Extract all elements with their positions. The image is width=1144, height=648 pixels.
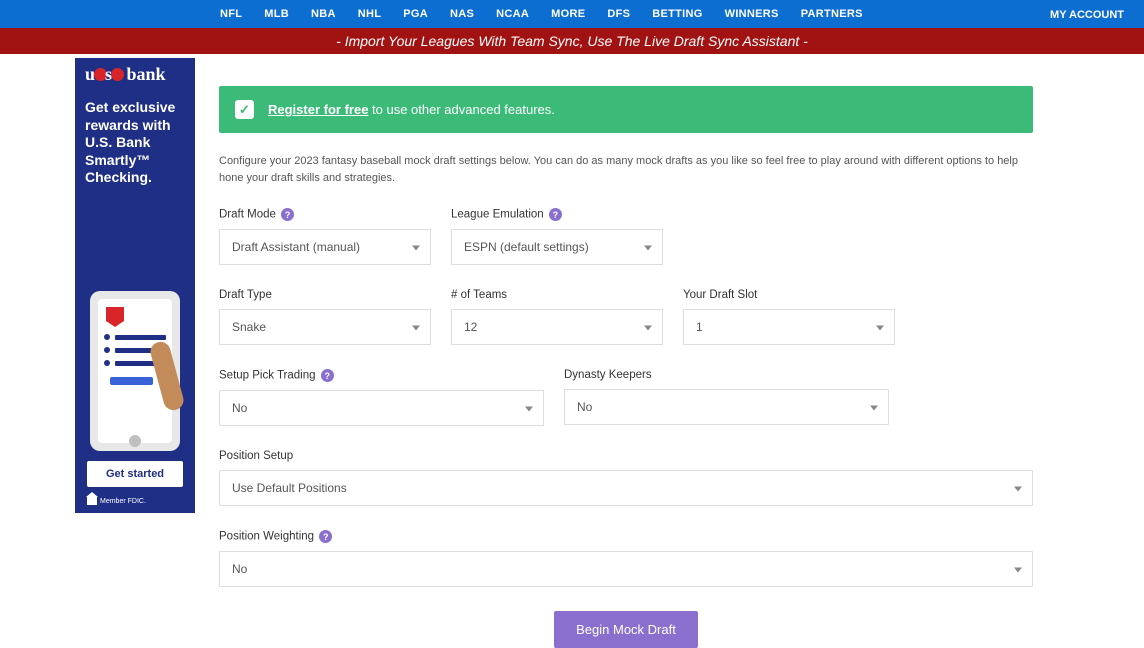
help-icon[interactable]: ? (549, 208, 562, 221)
label-position-weight: Position Weighting ? (219, 530, 1033, 543)
nav-ncaa[interactable]: NCAA (496, 8, 529, 20)
row-position-weight: Position Weighting ? No (219, 530, 1033, 587)
nav-pga[interactable]: PGA (403, 8, 428, 20)
row-type-teams-slot: Draft Type Snake # of Teams 12 Your Draf… (219, 289, 1033, 345)
row-position-setup: Position Setup Use Default Positions (219, 450, 1033, 506)
ad-headline: Get exclusive rewards with U.S. Bank Sma… (75, 87, 195, 187)
label-position-setup: Position Setup (219, 450, 1033, 462)
nav-more[interactable]: MORE (551, 8, 585, 20)
banner-rest: to use other advanced features. (368, 102, 554, 117)
group-position-setup: Position Setup Use Default Positions (219, 450, 1033, 506)
select-num-teams[interactable]: 12 (451, 309, 663, 345)
group-dynasty-keepers: Dynasty Keepers No (564, 369, 889, 426)
group-num-teams: # of Teams 12 (451, 289, 663, 345)
check-icon: ✓ (235, 100, 254, 119)
ad-logo: us bank (75, 58, 195, 87)
banner-text: Register for free to use other advanced … (268, 102, 555, 117)
nav-nhl[interactable]: NHL (358, 8, 382, 20)
group-draft-slot: Your Draft Slot 1 (683, 289, 895, 345)
group-league-emulation: League Emulation ? ESPN (default setting… (451, 208, 663, 265)
nav-links: NFL MLB NBA NHL PGA NAS NCAA MORE DFS BE… (220, 8, 863, 20)
sidebar-ad[interactable]: us bank Get exclusive rewards with U.S. … (75, 58, 195, 513)
label-num-teams: # of Teams (451, 289, 663, 301)
nav-partners[interactable]: PARTNERS (801, 8, 863, 20)
my-account-link[interactable]: MY ACCOUNT (1050, 9, 1124, 21)
label-dynasty-keepers: Dynasty Keepers (564, 369, 889, 381)
group-draft-type: Draft Type Snake (219, 289, 431, 345)
label-draft-type: Draft Type (219, 289, 431, 301)
page-layout: us bank Get exclusive rewards with U.S. … (0, 54, 1144, 648)
group-position-weight: Position Weighting ? No (219, 530, 1033, 587)
label-league-emulation: League Emulation ? (451, 208, 663, 221)
register-link[interactable]: Register for free (268, 102, 368, 117)
nav-right: MY ACCOUNT (1050, 7, 1124, 21)
row-mode-emulation: Draft Mode ? Draft Assistant (manual) Le… (219, 208, 1033, 265)
ad-disclaimer: Member FDIC. (75, 497, 195, 513)
nav-nfl[interactable]: NFL (220, 8, 242, 20)
select-dynasty-keepers[interactable]: No (564, 389, 889, 425)
register-banner: ✓ Register for free to use other advance… (219, 86, 1033, 133)
announcement-text: - Import Your Leagues With Team Sync, Us… (336, 33, 808, 49)
label-pick-trading: Setup Pick Trading ? (219, 369, 544, 382)
select-draft-mode[interactable]: Draft Assistant (manual) (219, 229, 431, 265)
help-icon[interactable]: ? (319, 530, 332, 543)
submit-row: Begin Mock Draft (219, 611, 1033, 648)
announcement-bar: - Import Your Leagues With Team Sync, Us… (0, 28, 1144, 54)
select-position-setup[interactable]: Use Default Positions (219, 470, 1033, 506)
select-position-weight[interactable]: No (219, 551, 1033, 587)
nav-nba[interactable]: NBA (311, 8, 336, 20)
nav-betting[interactable]: BETTING (652, 8, 702, 20)
select-league-emulation[interactable]: ESPN (default settings) (451, 229, 663, 265)
row-trading-dynasty: Setup Pick Trading ? No Dynasty Keepers … (219, 369, 1033, 426)
top-nav: NFL MLB NBA NHL PGA NAS NCAA MORE DFS BE… (0, 0, 1144, 28)
group-pick-trading: Setup Pick Trading ? No (219, 369, 544, 426)
main-content: ✓ Register for free to use other advance… (195, 54, 1089, 648)
nav-winners[interactable]: WINNERS (725, 8, 779, 20)
label-draft-slot: Your Draft Slot (683, 289, 895, 301)
ad-image (75, 187, 195, 462)
select-draft-type[interactable]: Snake (219, 309, 431, 345)
begin-mock-draft-button[interactable]: Begin Mock Draft (554, 611, 698, 648)
equal-housing-icon (87, 497, 97, 505)
help-icon[interactable]: ? (281, 208, 294, 221)
nav-mlb[interactable]: MLB (264, 8, 289, 20)
nav-nas[interactable]: NAS (450, 8, 474, 20)
group-draft-mode: Draft Mode ? Draft Assistant (manual) (219, 208, 431, 265)
select-pick-trading[interactable]: No (219, 390, 544, 426)
nav-dfs[interactable]: DFS (607, 8, 630, 20)
select-draft-slot[interactable]: 1 (683, 309, 895, 345)
intro-text: Configure your 2023 fantasy baseball moc… (219, 153, 1033, 186)
label-draft-mode: Draft Mode ? (219, 208, 431, 221)
help-icon[interactable]: ? (321, 369, 334, 382)
ad-cta-button[interactable]: Get started (87, 461, 183, 487)
